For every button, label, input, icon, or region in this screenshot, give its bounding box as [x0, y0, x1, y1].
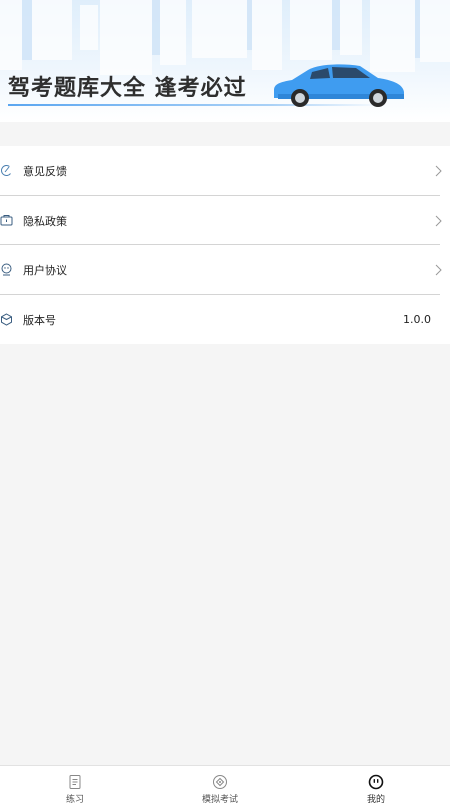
chevron-right-icon [435, 264, 442, 275]
tab-label: 我的 [366, 795, 385, 805]
menu-item-label: 版本号 [23, 313, 56, 327]
banner: 驾考题库大全 逢考必过 [0, 0, 450, 122]
menu-item-label: 隐私政策 [23, 214, 67, 228]
mock-exam-icon [213, 775, 227, 789]
settings-menu: 意见反馈 隐私政策 用户协议 版本号 1.0.0 [0, 146, 450, 344]
chevron-right-icon [435, 215, 442, 226]
tab-label: 练习 [65, 795, 84, 805]
tab-mock-exam[interactable]: 模拟考试 [145, 766, 295, 805]
menu-item-privacy[interactable]: 隐私政策 [0, 196, 450, 245]
feedback-icon [0, 164, 13, 177]
tab-profile[interactable]: 我的 [301, 766, 450, 805]
menu-item-version: 版本号 1.0.0 [0, 295, 450, 344]
version-number: 1.0.0 [403, 313, 431, 326]
menu-item-feedback[interactable]: 意见反馈 [0, 146, 450, 195]
version-icon [0, 313, 13, 326]
chevron-right-icon [435, 165, 442, 176]
practice-icon [69, 775, 81, 789]
menu-item-user-agreement[interactable]: 用户协议 [0, 245, 450, 294]
privacy-icon [0, 214, 13, 227]
profile-icon [368, 774, 384, 790]
menu-item-label: 意见反馈 [23, 164, 67, 178]
menu-item-label: 用户协议 [23, 263, 67, 277]
car-icon [274, 64, 404, 107]
tab-label: 模拟考试 [201, 795, 238, 805]
tab-practice[interactable]: 练习 [0, 766, 150, 805]
agreement-icon [0, 263, 13, 276]
bottom-tab-bar: 练习 模拟考试 我的 [0, 765, 450, 805]
banner-title: 驾考题库大全 逢考必过 [8, 76, 247, 101]
